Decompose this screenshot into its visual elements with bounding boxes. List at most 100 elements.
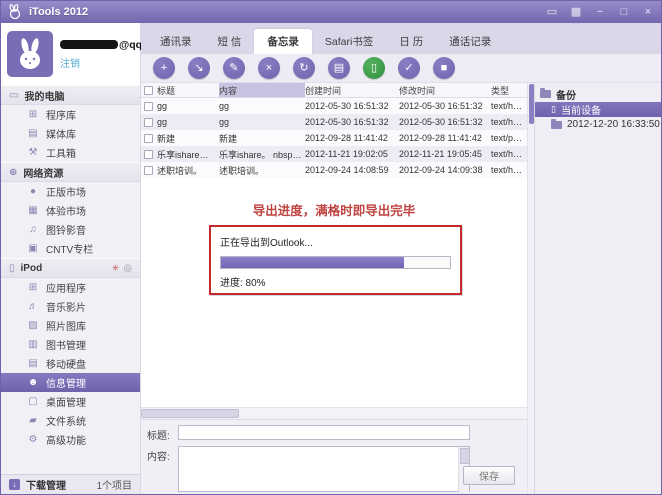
notes-toolbar: + ↘ ✎ × ↻ ▤ ▯ ✓ ■ — [141, 54, 662, 83]
download-manager-bar[interactable]: ↓ 下载管理 1个项目 — [1, 474, 140, 494]
sidebar-item-ringtones-video[interactable]: ♫ 图铃影音 — [1, 220, 140, 239]
sidebar-item-books[interactable]: ▥ 图书管理 — [1, 335, 140, 354]
horizontal-scrollbar-thumb[interactable] — [141, 409, 239, 418]
sidebar-item-toolbox[interactable]: ⚒ 工具箱 — [1, 143, 140, 162]
folder-icon — [540, 90, 551, 98]
sidebar-section-my-computer[interactable]: ▭ 我的电脑 — [1, 85, 140, 105]
feedback-icon[interactable]: ▭ — [545, 7, 559, 18]
col-content[interactable]: 内容 — [219, 83, 305, 97]
tab-calendar[interactable]: 日 历 — [386, 29, 436, 54]
maximize-icon[interactable]: □ — [617, 7, 631, 18]
content-textarea[interactable] — [178, 446, 470, 492]
music-note-icon: ♫ — [27, 224, 39, 235]
sidebar: @qq.com 注销 ▭ 我的电脑 ⊞ 程序库 ▤ 媒体库 ⚒ 工具箱 — [1, 23, 141, 494]
book-icon: ▥ — [27, 339, 39, 350]
sync-spinner-icon: ✳ — [112, 263, 120, 274]
app-title: iTools 2012 — [29, 6, 88, 18]
table-row[interactable]: 新建 新建 2012-09-28 11:41:42 2012-09-28 11:… — [141, 130, 527, 146]
deselect-all-button[interactable]: ■ — [433, 57, 455, 79]
tv-icon: ▣ — [27, 243, 39, 254]
edit-button[interactable]: ✎ — [223, 57, 245, 79]
table-header[interactable]: 标题 内容 创建时间 修改时间 类型 — [141, 83, 527, 98]
email-redaction — [60, 40, 118, 49]
sidebar-item-music-movies[interactable]: ♬ 音乐影片 — [1, 297, 140, 316]
minimize-icon[interactable]: − — [593, 7, 607, 18]
gear-icon: ⚙ — [27, 434, 39, 445]
skin-icon[interactable]: ▩ — [569, 7, 583, 18]
eject-icon[interactable]: ◎ — [123, 263, 132, 274]
backup-item-current-device[interactable]: ▯ 当前设备 — [535, 102, 662, 117]
sidebar-item-app-library[interactable]: ⊞ 程序库 — [1, 105, 140, 124]
progress-label: 进度: 80% — [220, 274, 451, 289]
export-progress-dialog: 正在导出到Outlook... 进度: 80% — [209, 225, 462, 295]
save-export-button[interactable]: ▤ — [328, 57, 350, 79]
table-row[interactable]: 述职培训。 述职培训。 2012-09-24 14:08:59 2012-09-… — [141, 162, 527, 178]
sidebar-section-network[interactable]: ⊕ 网络资源 — [1, 162, 140, 182]
col-title[interactable]: 标题 — [157, 84, 219, 97]
tab-notes[interactable]: 备忘录 — [254, 29, 312, 54]
refresh-button[interactable]: ↻ — [293, 57, 315, 79]
col-created[interactable]: 创建时间 — [305, 84, 399, 97]
computer-icon: ▭ — [9, 90, 18, 101]
row-checkbox[interactable] — [144, 134, 153, 143]
sidebar-item-applications[interactable]: ⊞ 应用程序 — [1, 278, 140, 297]
tab-call-log[interactable]: 通话记录 — [436, 29, 504, 54]
select-all-button[interactable]: ✓ — [398, 57, 420, 79]
delete-button[interactable]: × — [258, 57, 280, 79]
avatar — [7, 31, 53, 77]
save-button[interactable]: 保存 — [463, 466, 515, 485]
sidebar-item-genuine-market[interactable]: ● 正版市场 — [1, 182, 140, 201]
window-controls: ▭ ▩ − □ × — [545, 7, 655, 18]
tab-safari-bookmarks[interactable]: Safari书签 — [312, 29, 386, 54]
sidebar-item-info-management[interactable]: ☻ 信息管理 — [1, 373, 140, 392]
disk-icon: ▤ — [27, 358, 39, 369]
sidebar-item-media-library[interactable]: ▤ 媒体库 — [1, 124, 140, 143]
itools-window: iTools 2012 ▭ ▩ − □ × — [0, 0, 662, 495]
title-input[interactable] — [178, 425, 470, 440]
vertical-scrollbar[interactable] — [527, 83, 534, 494]
import-button[interactable]: ↘ — [188, 57, 210, 79]
account-card: @qq.com 注销 — [1, 23, 140, 85]
device-icon: ▯ — [9, 263, 15, 274]
note-edit-form: 标题: 内容: 保存 — [141, 419, 527, 494]
add-note-button[interactable]: + — [153, 57, 175, 79]
device-icon: ▯ — [551, 104, 556, 115]
tab-bar: 通讯录 短 信 备忘录 Safari书签 日 历 通话记录 — [141, 23, 662, 54]
desktop-icon: ▢ — [27, 396, 39, 407]
sidebar-item-desktop-management[interactable]: ▢ 桌面管理 — [1, 392, 140, 411]
table-row[interactable]: gg gg 2012-05-30 16:51:32 2012-05-30 16:… — [141, 98, 527, 114]
col-modified[interactable]: 修改时间 — [399, 84, 491, 97]
media-icon: ▤ — [27, 128, 39, 139]
vertical-scrollbar-thumb[interactable] — [529, 84, 534, 124]
col-type[interactable]: 类型 — [491, 84, 527, 97]
backup-item-snapshot[interactable]: 2012-12-20 16:33:50 — [535, 117, 662, 132]
row-checkbox[interactable] — [144, 118, 153, 127]
logout-link[interactable]: 注销 — [60, 55, 80, 70]
backup-panel-header: 备份 — [535, 86, 662, 102]
sidebar-item-file-system[interactable]: ▰ 文件系统 — [1, 411, 140, 430]
table-row[interactable]: 乐享ishare。 爱... 乐享ishare。 nbsp; nb... 201… — [141, 146, 527, 162]
export-to-device-button[interactable]: ▯ — [363, 57, 385, 79]
tab-contacts[interactable]: 通讯录 — [147, 29, 205, 54]
progress-bar — [220, 256, 451, 269]
close-icon[interactable]: × — [641, 7, 655, 18]
sidebar-item-mobile-disk[interactable]: ▤ 移动硬盘 — [1, 354, 140, 373]
person-icon: ☻ — [27, 377, 39, 388]
header-checkbox[interactable] — [144, 86, 153, 95]
horizontal-scrollbar[interactable] — [141, 407, 527, 419]
photos-icon: ▨ — [27, 320, 39, 331]
row-checkbox[interactable] — [144, 102, 153, 111]
sidebar-item-trial-market[interactable]: ▦ 体验市场 — [1, 201, 140, 220]
title-field-label: 标题: — [147, 425, 173, 442]
download-count: 1个项目 — [96, 477, 132, 492]
row-checkbox[interactable] — [144, 150, 153, 159]
sidebar-section-ipod[interactable]: ▯ iPod ✳ ◎ — [1, 258, 140, 278]
sidebar-item-advanced[interactable]: ⚙ 高级功能 — [1, 430, 140, 449]
globe-icon: ⊕ — [9, 167, 17, 178]
apps-grid-icon: ⊞ — [27, 282, 39, 293]
tab-sms[interactable]: 短 信 — [205, 29, 255, 54]
sidebar-item-photos[interactable]: ▨ 照片图库 — [1, 316, 140, 335]
sidebar-item-cntv[interactable]: ▣ CNTV专栏 — [1, 239, 140, 258]
row-checkbox[interactable] — [144, 166, 153, 175]
table-row[interactable]: gg gg 2012-05-30 16:51:32 2012-05-30 16:… — [141, 114, 527, 130]
